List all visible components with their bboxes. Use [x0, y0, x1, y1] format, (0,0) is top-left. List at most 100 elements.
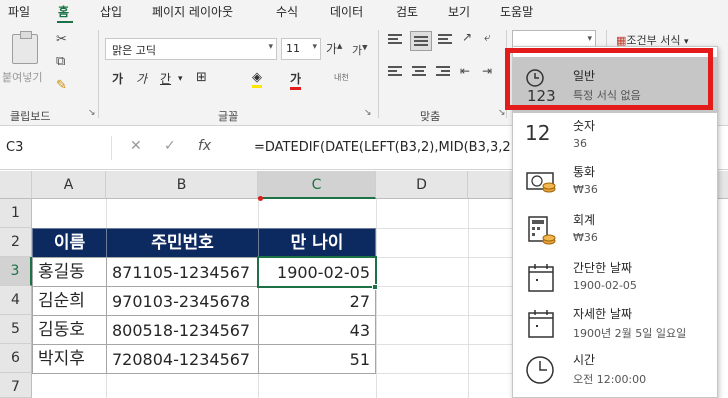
bold-button[interactable]: 가: [112, 70, 123, 87]
format-option-title: 회계: [573, 213, 596, 227]
format-option-subtitle: 36: [573, 137, 587, 150]
tab-data[interactable]: 데이터: [330, 3, 363, 20]
enter-icon[interactable]: ✓: [164, 138, 176, 154]
copy-icon[interactable]: ⧉: [56, 54, 65, 69]
chevron-down-icon[interactable]: ▾: [178, 74, 183, 84]
tab-file[interactable]: 파일: [8, 3, 30, 20]
column-header-a[interactable]: A: [32, 171, 106, 199]
italic-button[interactable]: 가: [136, 70, 147, 87]
phonetic-guide-button[interactable]: 내천: [334, 72, 349, 83]
alignment-group-label: 맞춤: [420, 110, 441, 123]
font-dialog-launcher-icon[interactable]: ↘: [364, 108, 372, 118]
calendar-icon: [525, 307, 559, 341]
font-family-select[interactable]: 맑은 고딕 ▾: [105, 38, 277, 60]
insert-function-icon[interactable]: fx: [198, 138, 211, 154]
cell-c5[interactable]: 43: [258, 315, 376, 345]
font-size-value: 11: [286, 42, 300, 55]
font-size-select[interactable]: 11 ▾: [281, 38, 321, 60]
cell-a3[interactable]: 홍길동: [32, 257, 107, 287]
row-header-5[interactable]: 5: [0, 315, 32, 344]
calendar-icon: [525, 261, 559, 295]
header-cell-name[interactable]: 이름: [32, 228, 107, 258]
tab-home[interactable]: 홈: [58, 3, 69, 20]
format-painter-icon[interactable]: ✎: [56, 78, 67, 93]
align-bottom-icon[interactable]: [438, 34, 452, 46]
cell-a6[interactable]: 박지후: [32, 344, 107, 374]
tab-page-layout[interactable]: 페이지 레이아웃: [152, 3, 233, 20]
format-option-subtitle: ₩36: [573, 231, 598, 244]
align-top-icon[interactable]: [388, 34, 402, 46]
format-option-title: 자세한 날짜: [573, 307, 633, 321]
align-right-icon[interactable]: [436, 66, 450, 78]
header-cell-age[interactable]: 만 나이: [258, 228, 376, 258]
formula-input[interactable]: =DATEDIF(DATE(LEFT(B3,2),MID(B3,3,2: [254, 140, 514, 155]
format-option-time[interactable]: 시간 오전 12:00:00: [513, 341, 717, 397]
cell-c4[interactable]: 27: [258, 286, 376, 316]
wrap-text-icon[interactable]: ⤶: [484, 30, 491, 45]
format-option-title: 시간: [573, 353, 596, 367]
cell-b3[interactable]: 871105-1234567: [106, 257, 259, 287]
row-header-6[interactable]: 6: [0, 344, 32, 373]
align-center-icon[interactable]: [412, 66, 426, 78]
row-header-4[interactable]: 4: [0, 286, 32, 315]
decrease-font-size-button[interactable]: 가▼: [352, 42, 368, 58]
clock-icon: [525, 353, 559, 387]
increase-font-size-button[interactable]: 가▲: [326, 40, 342, 57]
merge-center-icon[interactable]: ⇥: [482, 64, 492, 78]
ribbon-tab-bar: 파일 홈 삽입 페이지 레이아웃 수식 데이터 검토 보기 도움말: [0, 0, 728, 24]
currency-icon: [525, 165, 559, 199]
number-12-icon: 12: [525, 121, 551, 145]
active-cell-border: [257, 256, 377, 288]
column-header-d[interactable]: D: [376, 171, 468, 199]
underline-button[interactable]: 간: [160, 70, 171, 87]
clipboard-group-label: 클립보드: [10, 110, 51, 123]
format-option-title: 통화: [573, 165, 596, 179]
cell-b5[interactable]: 800518-1234567: [106, 315, 259, 345]
row-header-1[interactable]: 1: [0, 199, 32, 228]
cell-a4[interactable]: 김순희: [32, 286, 107, 316]
paste-icon[interactable]: [12, 31, 38, 64]
cell-b4[interactable]: 970103-2345678: [106, 286, 259, 316]
header-cell-id[interactable]: 주민번호: [106, 228, 259, 258]
orientation-icon[interactable]: ↗: [462, 30, 472, 44]
comment-indicator: [258, 196, 263, 201]
column-header-b[interactable]: B: [106, 171, 258, 199]
name-box[interactable]: C3: [0, 136, 112, 160]
paste-button-label[interactable]: 붙여넣기: [2, 69, 42, 85]
column-header-c[interactable]: C: [258, 171, 376, 199]
font-family-value: 맑은 고딕: [112, 44, 156, 57]
decrease-font-size-label: 가: [352, 44, 363, 57]
chevron-down-icon: ▾: [312, 42, 317, 52]
highlight-annotation-box: [505, 48, 713, 110]
cancel-icon[interactable]: ✕: [130, 138, 142, 154]
fill-handle[interactable]: [372, 284, 378, 290]
font-color-button[interactable]: 가: [290, 70, 302, 90]
tab-insert[interactable]: 삽입: [100, 3, 122, 20]
cell-a5[interactable]: 김동호: [32, 315, 107, 345]
cut-icon[interactable]: ✂: [56, 32, 67, 47]
row-header-7[interactable]: 7: [0, 373, 32, 398]
border-icon[interactable]: ⊞: [196, 70, 207, 85]
format-option-subtitle: 오전 12:00:00: [573, 373, 647, 386]
indent-icon[interactable]: ⇤: [460, 64, 470, 78]
format-option-title: 간단한 날짜: [573, 261, 633, 275]
chevron-down-icon: ▾: [587, 34, 592, 44]
tab-review[interactable]: 검토: [396, 3, 418, 20]
align-middle-icon: [414, 36, 428, 48]
align-left-icon[interactable]: [388, 66, 402, 78]
tab-help[interactable]: 도움말: [500, 3, 533, 20]
clipboard-dialog-launcher-icon[interactable]: ↘: [88, 108, 96, 118]
active-tab-indicator: [57, 21, 73, 23]
fill-color-icon[interactable]: ◈: [252, 70, 262, 88]
select-all-corner[interactable]: [0, 171, 32, 199]
chevron-down-icon: ▾: [268, 42, 273, 52]
tab-view[interactable]: 보기: [448, 3, 470, 20]
cell-b6[interactable]: 720804-1234567: [106, 344, 259, 374]
format-option-subtitle: ₩36: [573, 183, 598, 196]
formula-buttons: ✕ ✓ fx: [130, 138, 211, 154]
row-header-2[interactable]: 2: [0, 228, 32, 257]
group-divider: [378, 30, 379, 118]
row-header-3[interactable]: 3: [0, 257, 32, 286]
tab-formulas[interactable]: 수식: [276, 3, 298, 20]
cell-c6[interactable]: 51: [258, 344, 376, 374]
